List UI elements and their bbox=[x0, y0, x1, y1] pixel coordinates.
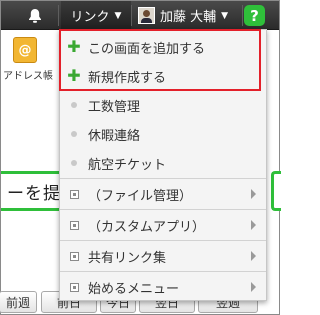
menu-item-label: （カスタムアプリ） bbox=[88, 219, 206, 235]
header-divider bbox=[58, 5, 59, 26]
menu-item-label: （ファイル管理） bbox=[88, 188, 193, 204]
menu-item-label: この画面を追加する bbox=[88, 41, 206, 57]
info-banner: ーを提 bbox=[1, 171, 61, 211]
header-divider bbox=[242, 5, 243, 26]
menu-item-label: 航空チケット bbox=[88, 157, 167, 173]
bullet-icon bbox=[60, 160, 88, 166]
address-book-icon[interactable]: @ bbox=[13, 37, 37, 63]
banner-text: ーを提 bbox=[7, 183, 61, 204]
menu-item-add-screen[interactable]: ✚ この画面を追加する bbox=[60, 32, 266, 62]
menu-item-folder-file-management[interactable]: （ファイル管理） bbox=[60, 179, 266, 209]
chevron-down-icon: ▼ bbox=[114, 10, 122, 21]
info-banner-edge bbox=[271, 171, 281, 211]
prev-week-button[interactable]: 前週 bbox=[0, 291, 37, 313]
menu-item-link-2[interactable]: 航空チケット bbox=[60, 148, 266, 178]
menu-item-label: 共有リンク集 bbox=[88, 250, 167, 266]
menu-item-getting-started[interactable]: 始めるメニュー bbox=[60, 272, 266, 302]
menu-item-folder-custom-app[interactable]: （カスタムアプリ） bbox=[60, 210, 266, 240]
top-header: リンク ▼ 加藤 大輔 ▼ ? bbox=[1, 1, 279, 30]
folder-icon bbox=[60, 220, 88, 230]
menu-item-label: 休暇連絡 bbox=[88, 128, 141, 144]
bullet-icon bbox=[60, 102, 88, 108]
chevron-right-icon bbox=[251, 189, 256, 199]
user-name: 加藤 大輔 bbox=[160, 10, 217, 25]
app-label-address-book[interactable]: アドレス帳 bbox=[3, 67, 53, 82]
menu-item-create-new[interactable]: ✚ 新規作成する bbox=[60, 61, 266, 91]
menu-item-link-1[interactable]: 休暇連絡 bbox=[60, 119, 266, 149]
menu-item-label: 工数管理 bbox=[88, 99, 141, 115]
plus-icon: ✚ bbox=[67, 66, 81, 85]
folder-icon bbox=[60, 251, 88, 261]
menu-item-label: 新規作成する bbox=[88, 70, 167, 86]
menu-item-link-0[interactable]: 工数管理 bbox=[60, 90, 266, 120]
notification-bell-icon[interactable] bbox=[15, 1, 55, 30]
bullet-icon bbox=[60, 131, 88, 137]
folder-icon bbox=[60, 282, 88, 292]
links-menu-button[interactable]: リンク ▼ bbox=[61, 1, 131, 30]
avatar bbox=[138, 7, 155, 24]
prev-week-label: 前週 bbox=[5, 295, 30, 310]
help-icon: ? bbox=[250, 6, 259, 25]
links-menu-label: リンク bbox=[70, 10, 110, 25]
links-dropdown-menu: ✚ この画面を追加する ✚ 新規作成する 工数管理 休暇連絡 航空チケット （フ… bbox=[59, 29, 267, 301]
chevron-right-icon bbox=[251, 251, 256, 261]
user-menu-button[interactable]: 加藤 大輔 ▼ bbox=[132, 1, 242, 30]
menu-item-label: 始めるメニュー bbox=[88, 281, 180, 297]
chevron-right-icon bbox=[251, 220, 256, 230]
chevron-right-icon bbox=[251, 282, 256, 292]
help-button[interactable]: ? bbox=[244, 5, 265, 26]
folder-icon bbox=[60, 189, 88, 199]
chevron-down-icon: ▼ bbox=[221, 10, 229, 21]
plus-icon: ✚ bbox=[67, 37, 81, 56]
menu-item-shared-links[interactable]: 共有リンク集 bbox=[60, 241, 266, 271]
